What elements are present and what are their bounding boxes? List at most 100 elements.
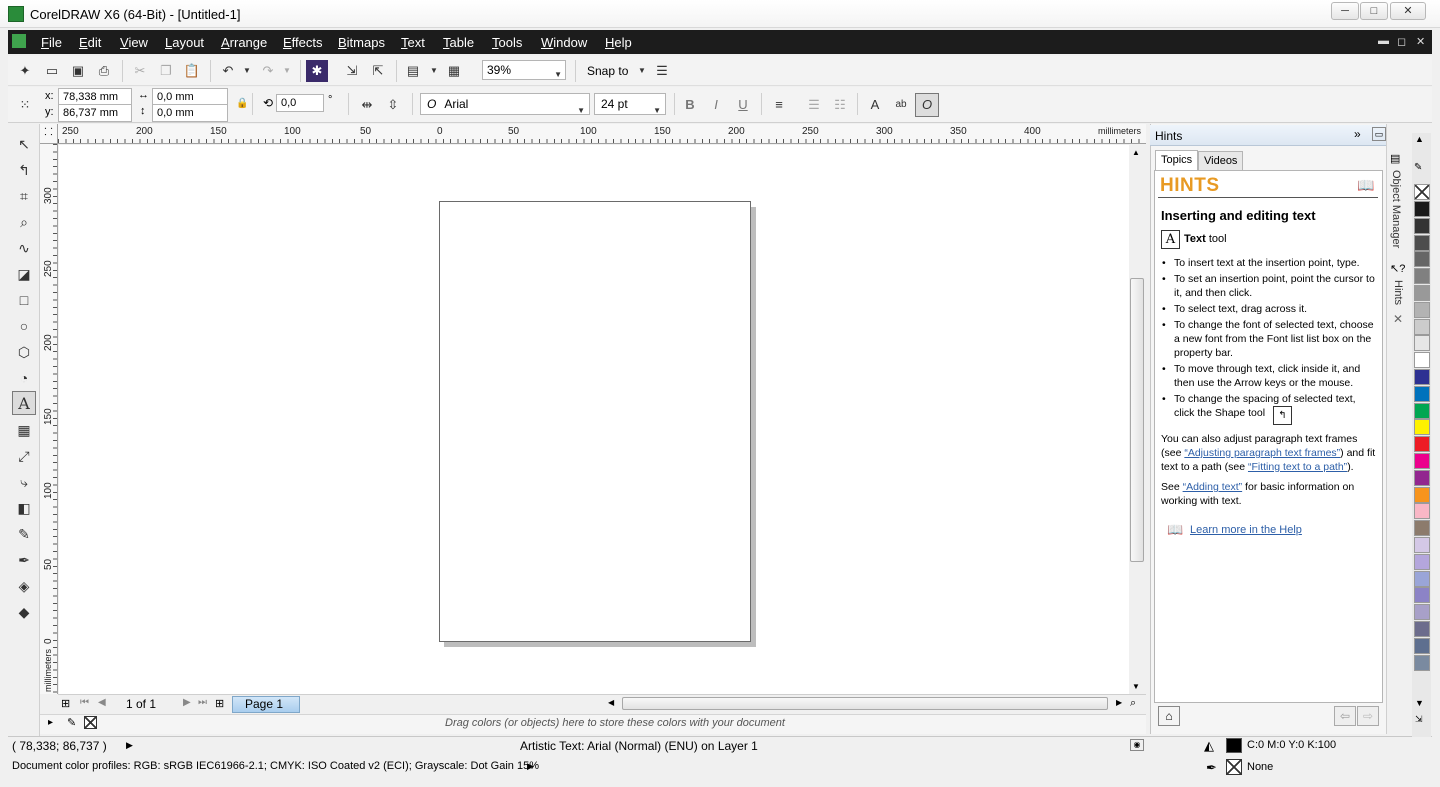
paste-icon[interactable]: 📋 (181, 60, 203, 82)
bold-button[interactable]: B (679, 94, 701, 116)
dimension-tool-icon[interactable]: ⤢ (12, 444, 36, 468)
color-swatch[interactable] (1414, 251, 1430, 268)
options-icon[interactable]: ☰ (651, 60, 673, 82)
fill-color-swatch[interactable] (1226, 738, 1242, 753)
redo-icon[interactable]: ↷ (257, 60, 279, 82)
vertical-scroll-thumb[interactable] (1130, 278, 1144, 562)
interactive-fill-icon[interactable]: ◆ (12, 600, 36, 624)
scroll-down-icon[interactable]: ▼ (1132, 682, 1140, 691)
document-page[interactable] (439, 201, 751, 642)
palette-expand-icon[interactable]: ⇲ (1415, 714, 1423, 725)
menu-file[interactable]: File (41, 35, 62, 50)
color-swatch[interactable] (1414, 570, 1430, 587)
redo-dropdown-icon[interactable]: ▼ (283, 66, 291, 75)
snap-to-dropdown-icon[interactable]: ▼ (638, 66, 646, 75)
first-page-icon[interactable]: ⏮ (80, 697, 89, 708)
palette-eyedropper-icon[interactable]: ✎ (67, 716, 76, 729)
color-swatch[interactable] (1414, 419, 1430, 436)
launcher-dropdown-icon[interactable]: ▼ (430, 66, 438, 75)
previous-page-icon[interactable]: ◀ (98, 697, 106, 708)
italic-button[interactable]: I (705, 94, 727, 116)
color-swatch[interactable] (1414, 637, 1430, 654)
open-folder-icon[interactable]: ▭ (41, 60, 63, 82)
color-swatch[interactable] (1414, 486, 1430, 503)
polygon-tool-icon[interactable]: ⬡ (12, 340, 36, 364)
welcome-screen-icon[interactable]: ▦ (443, 60, 465, 82)
color-profile-icon[interactable]: ◉ (1130, 739, 1144, 751)
basic-shapes-icon[interactable]: ◔ (12, 366, 36, 390)
smart-fill-icon[interactable]: ◪ (12, 262, 36, 286)
minimize-docker-icon[interactable]: ▭ (1372, 127, 1386, 141)
menu-text[interactable]: Text (401, 35, 425, 50)
scroll-left-icon[interactable]: ◀ (608, 698, 614, 707)
adding-text-link[interactable]: “Adding text” (1183, 481, 1243, 493)
zoom-level-select[interactable]: 39% ▼ (482, 60, 566, 80)
next-page-icon[interactable]: ▶ (183, 697, 191, 708)
color-swatch[interactable] (1414, 335, 1430, 352)
menu-view[interactable]: View (120, 35, 148, 50)
color-swatch[interactable] (1414, 369, 1430, 385)
color-swatch[interactable] (1414, 285, 1430, 301)
color-swatch[interactable] (1414, 587, 1430, 604)
color-swatch[interactable] (1414, 234, 1430, 251)
no-color-swatch[interactable] (1414, 184, 1430, 200)
color-swatch[interactable] (1414, 654, 1430, 671)
ruler-corner-icon[interactable]: ⸬ (40, 124, 58, 144)
tab-videos[interactable]: Videos (1198, 151, 1244, 171)
close-tab-icon[interactable]: ✕ (1393, 312, 1403, 326)
blend-tool-icon[interactable]: ◧ (12, 496, 36, 520)
menu-tools[interactable]: Tools (492, 35, 522, 50)
fitting-text-link[interactable]: “Fitting text to a path” (1248, 461, 1347, 473)
horizontal-scroll-thumb[interactable] (622, 697, 1108, 710)
lock-ratio-icon[interactable]: 🔒 (236, 98, 248, 109)
doc-restore-button[interactable]: ◻ (1397, 35, 1406, 48)
forward-icon[interactable]: ⇨ (1357, 706, 1379, 726)
minimize-button[interactable]: ─ (1331, 2, 1359, 20)
coords-expand-icon[interactable]: ▶ (126, 740, 133, 751)
font-size-select[interactable]: 24 pt ▼ (594, 93, 666, 115)
page-tab[interactable]: Page 1 (232, 696, 300, 713)
no-color-swatch-icon[interactable] (84, 716, 97, 729)
ellipse-tool-icon[interactable]: ○ (12, 314, 36, 338)
color-swatch[interactable] (1414, 301, 1430, 318)
pick-tool-icon[interactable]: ↖ (12, 132, 36, 156)
menu-table[interactable]: Table (443, 35, 474, 50)
rectangle-tool-icon[interactable]: □ (12, 288, 36, 312)
color-swatch[interactable] (1414, 436, 1430, 453)
cut-icon[interactable]: ✂ (129, 60, 151, 82)
color-swatch[interactable] (1414, 385, 1430, 402)
search-content-icon[interactable]: ✱ (306, 60, 328, 82)
copy-icon[interactable]: ❐ (155, 60, 177, 82)
export-icon[interactable]: ⇱ (367, 60, 389, 82)
home-icon[interactable]: ⌂ (1158, 706, 1180, 726)
palette-menu-icon[interactable]: ✎ (1414, 162, 1422, 173)
palette-scroll-down-icon[interactable]: ▼ (1415, 698, 1424, 708)
menu-bitmaps[interactable]: Bitmaps (338, 35, 385, 50)
doc-minimize-button[interactable]: ▬ (1378, 35, 1389, 47)
scroll-up-icon[interactable]: ▲ (1132, 148, 1140, 157)
eyedropper-tool-icon[interactable]: ✎ (12, 522, 36, 546)
menu-arrange[interactable]: Arrange (221, 35, 267, 50)
connector-tool-icon[interactable]: ⤷ (12, 470, 36, 494)
learn-more-link[interactable]: Learn more in the Help (1190, 524, 1302, 536)
interactive-opentype-icon[interactable]: O (915, 93, 939, 117)
fill-tool-icon[interactable]: ◈ (12, 574, 36, 598)
color-swatch[interactable] (1414, 402, 1430, 419)
vertical-ruler[interactable]: 300 250 200 150 100 50 0 millimeters (40, 144, 58, 694)
menu-help[interactable]: Help (605, 35, 632, 50)
hints-tab[interactable]: Hints (1392, 280, 1404, 305)
color-swatch[interactable] (1414, 268, 1430, 285)
bullet-list-icon[interactable]: ☰ (803, 94, 825, 116)
color-swatch[interactable] (1414, 503, 1430, 520)
tab-topics[interactable]: Topics (1155, 150, 1199, 171)
table-tool-icon[interactable]: ▦ (12, 418, 36, 442)
undo-icon[interactable]: ↶ (217, 60, 239, 82)
drop-cap-icon[interactable]: ☷ (829, 94, 851, 116)
color-swatch[interactable] (1414, 604, 1430, 621)
adjusting-frames-link[interactable]: “Adjusting paragraph text frames” (1184, 447, 1340, 459)
underline-button[interactable]: U (732, 94, 754, 116)
scroll-right-icon[interactable]: ▶ (1116, 698, 1122, 707)
palette-menu-icon[interactable]: ▸ (48, 717, 53, 728)
close-button[interactable]: ✕ (1390, 2, 1426, 20)
color-swatch[interactable] (1414, 352, 1430, 369)
